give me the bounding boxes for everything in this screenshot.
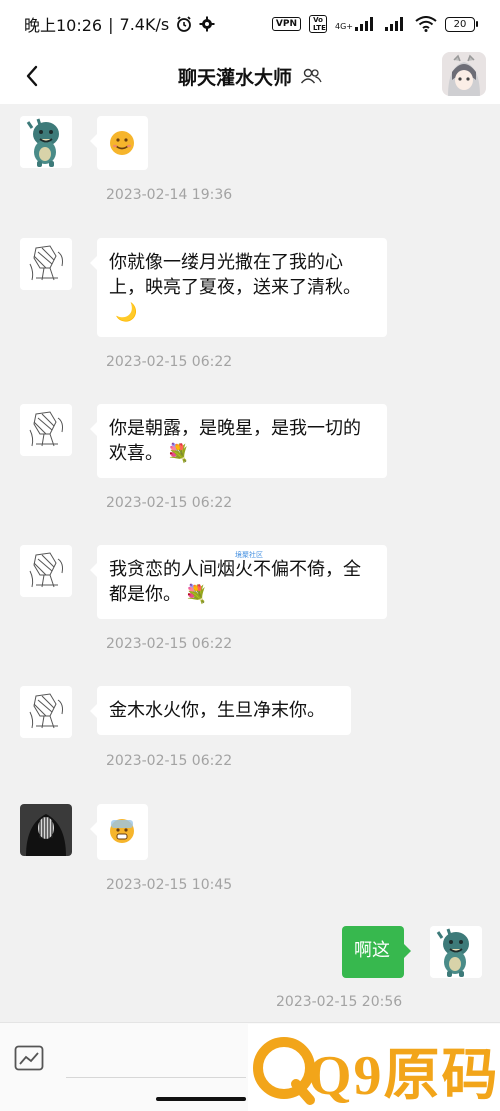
battery-icon: 20 [445, 16, 478, 32]
smile-emoji-icon [110, 131, 134, 155]
sketch-avatar-icon [20, 238, 72, 290]
avatar-sketch[interactable] [20, 545, 72, 597]
message-timestamp: 2023-02-15 06:22 [106, 636, 233, 652]
message-timestamp: 2023-02-15 06:22 [106, 753, 233, 769]
status-left: 晚上10:26 | 7.4K/s [24, 12, 215, 36]
status-separator: | [108, 14, 114, 34]
volte-badge: Vo LTE [309, 15, 327, 33]
watermark-tag: 境聚社区 [235, 551, 263, 559]
message-text: 啊这 [354, 940, 390, 961]
chart-image-icon[interactable] [14, 1045, 44, 1071]
message-text: 我贪恋的人间烟火不偏不倚，全都是你。 [109, 559, 361, 605]
message-timestamp: 2023-02-15 20:56 [276, 994, 403, 1010]
status-speed: 7.4K/s [119, 14, 170, 34]
chat-title: 聊天灌水大师 [178, 63, 322, 90]
group-icon[interactable] [300, 68, 322, 84]
message-text: 金木水火你，生旦净末你。 [109, 700, 325, 721]
watermark: Q9原码 [248, 1024, 500, 1111]
my-avatar[interactable] [430, 926, 482, 978]
chat-area[interactable]: 2023-02-14 19:36 你就像一缕月光撒在了我的心上，映亮了夏夜，送来… [0, 104, 500, 1022]
home-indicator[interactable] [156, 1097, 246, 1101]
avatar-sketch[interactable] [20, 686, 72, 738]
vpn-badge: VPN [271, 17, 301, 31]
message-input[interactable] [66, 1077, 246, 1078]
bouquet-emoji-icon: 💐 [185, 584, 208, 605]
status-time: 晚上10:26 [24, 16, 103, 35]
bouquet-emoji-icon: 💐 [167, 443, 190, 464]
group-avatar[interactable] [442, 52, 486, 96]
message-bubble[interactable] [90, 116, 148, 170]
avatar-sketch[interactable] [20, 404, 72, 456]
network-type: 4G+ [335, 17, 377, 31]
anime-avatar-icon [442, 52, 486, 96]
message-text: 你是朝露，是晚星，是我一切的欢喜。 [109, 418, 361, 464]
hooded-figure-avatar-icon [20, 804, 72, 856]
chevron-left-icon [26, 65, 38, 87]
nav-bar: 聊天灌水大师 [0, 48, 500, 104]
message-timestamp: 2023-02-15 06:22 [106, 354, 233, 370]
battery-tip [476, 21, 478, 27]
sketch-avatar-icon [20, 404, 72, 456]
status-right: VPN Vo LTE 4G+ 20 [271, 15, 478, 33]
message-timestamp: 2023-02-15 06:22 [106, 495, 233, 511]
network-label: 4G+ [335, 22, 353, 31]
status-bar: 晚上10:26 | 7.4K/s VPN Vo LTE 4G+ 20 [0, 0, 500, 48]
avatar-hooded[interactable] [20, 804, 72, 856]
dinosaur-avatar-icon [20, 116, 72, 168]
message-bubble[interactable]: 你是朝露，是晚星，是我一切的欢喜。 💐 [90, 404, 387, 478]
message-bubble[interactable] [90, 804, 148, 860]
wifi-icon [415, 16, 437, 32]
dinosaur-avatar-icon [430, 926, 482, 978]
message-timestamp: 2023-02-15 10:45 [106, 877, 233, 893]
avatar-sketch[interactable] [20, 238, 72, 290]
back-button[interactable] [12, 56, 52, 96]
moon-emoji-icon: 🌙 [115, 302, 138, 323]
alarm-icon [177, 16, 192, 32]
my-message-bubble[interactable]: 啊这 [342, 926, 411, 978]
message-text: 你就像一缕月光撒在了我的心上，映亮了夏夜，送来了清秋。 [109, 252, 361, 298]
gear-icon [199, 16, 215, 32]
signal-2-icon [385, 17, 403, 31]
message-timestamp: 2023-02-14 19:36 [106, 187, 233, 203]
avatar-dinosaur[interactable] [20, 116, 72, 168]
message-bubble[interactable]: 你就像一缕月光撒在了我的心上，映亮了夏夜，送来了清秋。 🌙 [90, 238, 387, 337]
message-bubble[interactable]: 金木水火你，生旦净末你。 [90, 686, 351, 735]
battery-level: 20 [445, 16, 475, 32]
fearful-emoji-icon [110, 819, 134, 843]
chat-title-text: 聊天灌水大师 [177, 66, 292, 89]
sketch-avatar-icon [20, 686, 72, 738]
signal-icon [355, 17, 373, 31]
sketch-avatar-icon [20, 545, 72, 597]
watermark-text: Q9原码 [308, 1045, 500, 1107]
